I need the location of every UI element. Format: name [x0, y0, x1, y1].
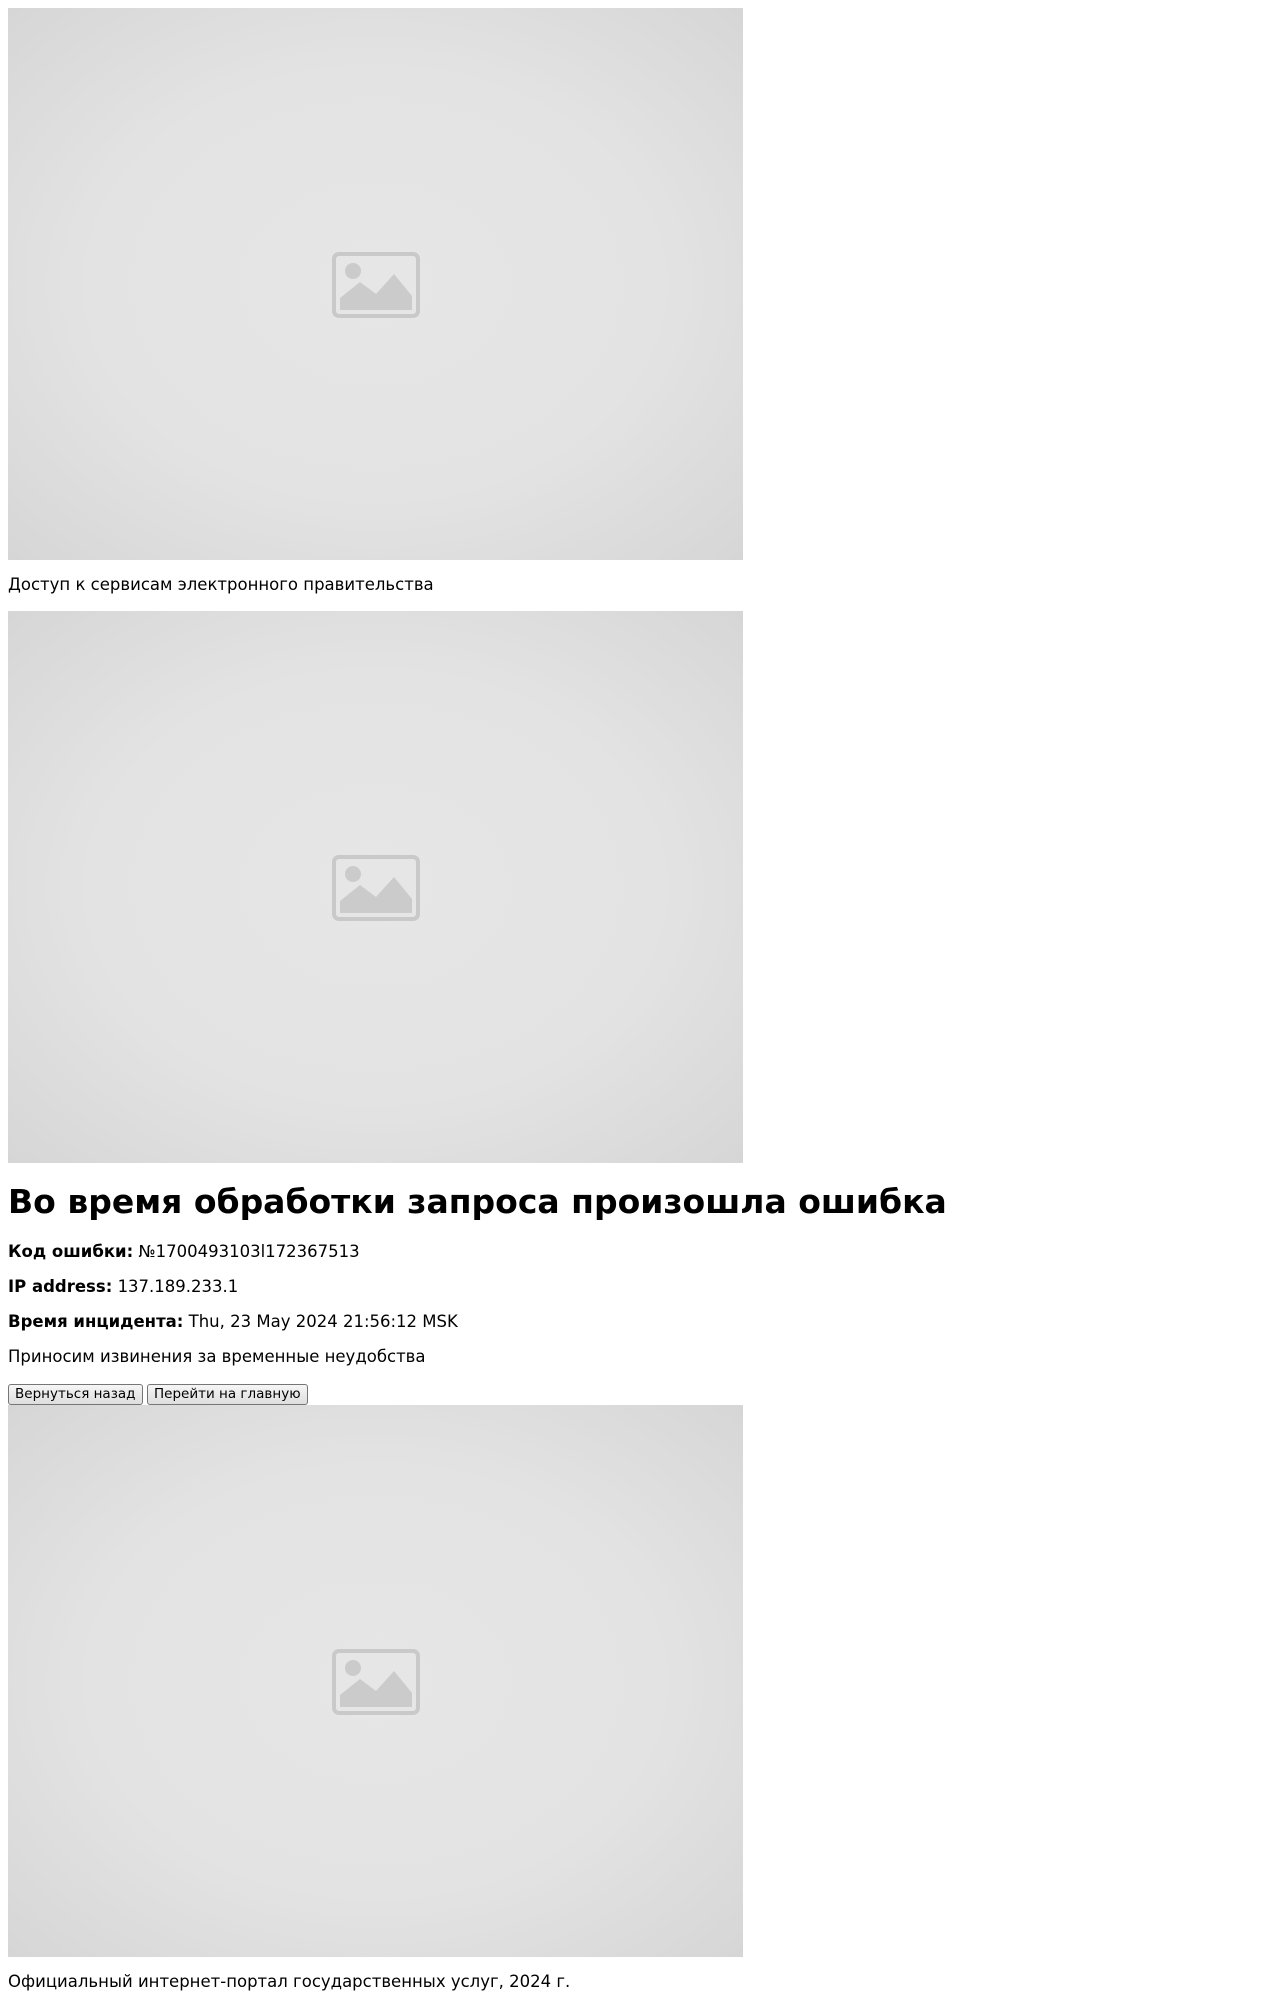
back-button[interactable]: Вернуться назад: [8, 1384, 143, 1405]
error-code-label: Код ошибки:: [8, 1242, 134, 1261]
header-caption: Доступ к сервисам электронного правитель…: [8, 575, 434, 594]
image-placeholder-icon: [332, 1649, 420, 1715]
error-code-value: №1700493103l172367513: [138, 1242, 360, 1261]
footer-image-placeholder: [8, 1405, 743, 1957]
error-code-line: Код ошибки: №1700493103l172367513: [8, 1242, 360, 1262]
page-title: Во время обработки запроса произошла оши…: [8, 1182, 947, 1221]
incident-time-value: Thu, 23 May 2024 21:56:12 MSK: [188, 1312, 458, 1331]
header-image-placeholder: [8, 8, 743, 560]
apology-text: Приносим извинения за временные неудобст…: [8, 1347, 426, 1366]
home-button[interactable]: Перейти на главную: [147, 1384, 308, 1405]
incident-time-line: Время инцидента: Thu, 23 May 2024 21:56:…: [8, 1312, 458, 1332]
image-placeholder-icon: [332, 252, 420, 318]
ip-address-value: 137.189.233.1: [117, 1277, 239, 1296]
ip-address-line: IP address: 137.189.233.1: [8, 1277, 238, 1297]
incident-time-label: Время инцидента:: [8, 1312, 184, 1331]
image-placeholder-icon: [332, 855, 420, 921]
error-image-placeholder: [8, 611, 743, 1163]
footer-text: Официальный интернет-портал государствен…: [8, 1972, 571, 1991]
ip-address-label: IP address:: [8, 1277, 113, 1296]
